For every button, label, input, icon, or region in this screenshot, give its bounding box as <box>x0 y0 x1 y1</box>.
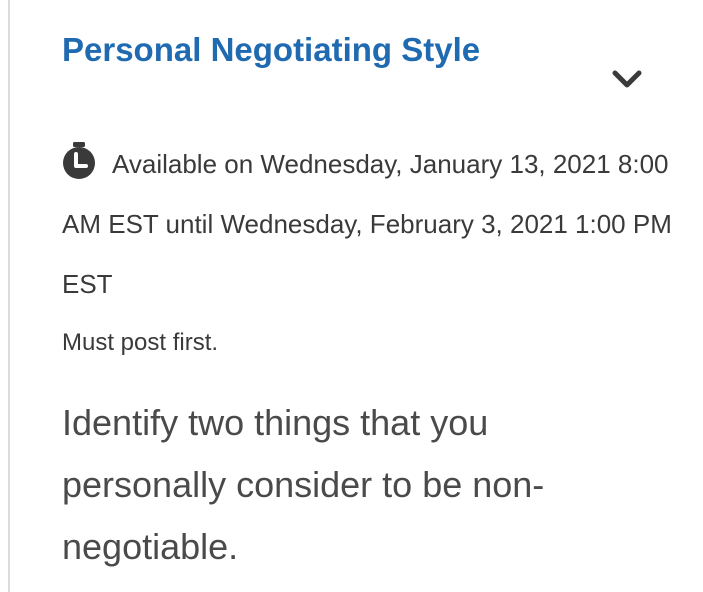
expand-collapse-button[interactable] <box>604 60 650 100</box>
post-requirement: Must post first. <box>62 329 219 356</box>
chevron-down-icon <box>612 70 642 88</box>
availability-info: Available on Wednesday, January 13, 2021… <box>62 134 702 314</box>
clock-icon <box>63 142 95 179</box>
topic-title[interactable]: Personal Negotiating Style <box>62 28 480 72</box>
left-divider <box>8 0 10 592</box>
availability-text: Available on Wednesday, January 13, 2021… <box>62 149 672 299</box>
topic-description: Identify two things that you personally … <box>62 402 545 567</box>
discussion-topic: Personal Negotiating Style Available on … <box>62 0 692 592</box>
